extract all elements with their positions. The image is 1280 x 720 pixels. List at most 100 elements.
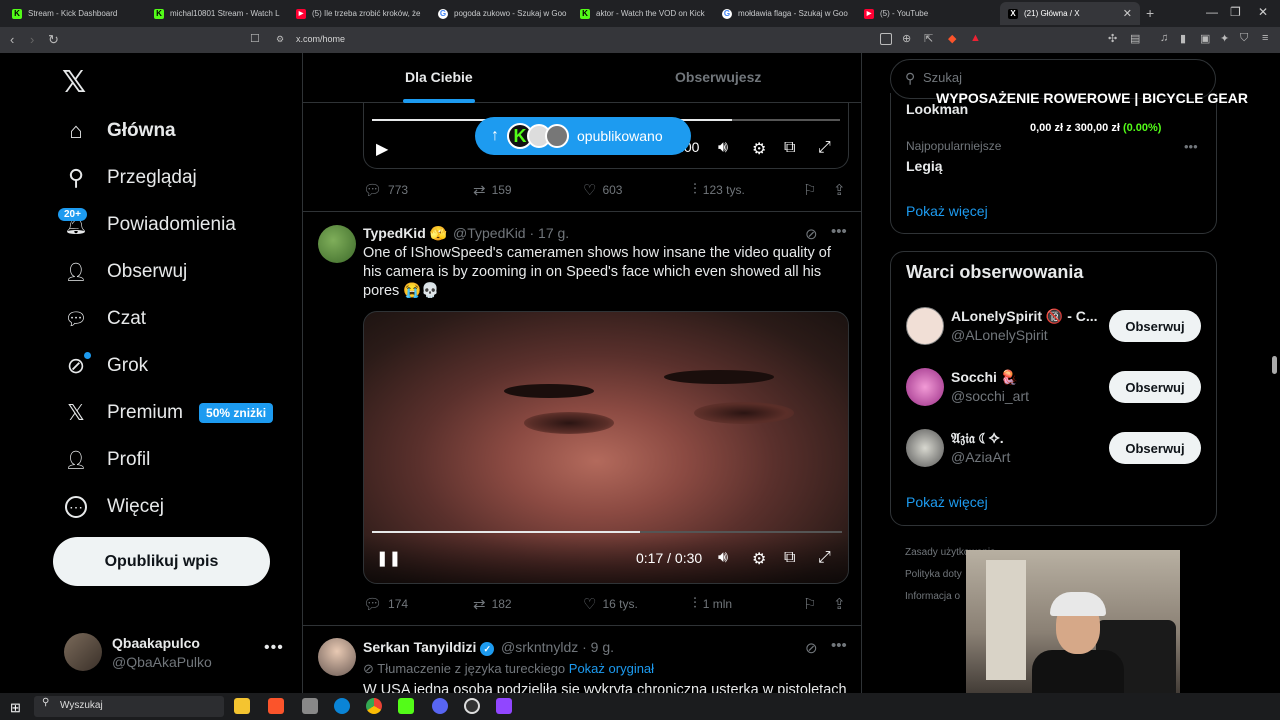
browser-tab[interactable]: Kmichal10801 Stream - Watch L bbox=[146, 2, 288, 25]
show-more-link[interactable]: Pokaż więcej bbox=[906, 203, 988, 219]
browser-tab[interactable]: K Stream - Kick Dashboard bbox=[4, 2, 146, 25]
file-explorer-icon[interactable] bbox=[234, 698, 250, 714]
forward-icon[interactable]: › bbox=[30, 32, 34, 47]
follow-suggestion[interactable]: Socchi 🪼 @socchi_art Obserwuj bbox=[906, 368, 1206, 408]
new-tab-icon[interactable]: + bbox=[1146, 5, 1154, 21]
bookmark-icon[interactable]: ☐ bbox=[250, 32, 260, 45]
bookmark-button[interactable]: ⚐ bbox=[803, 181, 822, 199]
browser-tab-active[interactable]: X (21) Główna / X ✕ bbox=[1000, 2, 1140, 25]
menu-icon[interactable]: ≡ bbox=[1262, 32, 1268, 44]
site-info-icon[interactable]: ⚙ bbox=[276, 34, 284, 45]
restore-icon[interactable]: ❐ bbox=[1230, 5, 1241, 19]
tweet-author-name[interactable]: Serkan Tanyildizi ✓ bbox=[363, 639, 495, 656]
repost-button[interactable]: ⇄ 159 bbox=[473, 181, 512, 199]
tab-for-you[interactable]: Dla Ciebie bbox=[405, 69, 473, 85]
follow-suggestion[interactable]: ALonelySpirit 🔞 - C... @ALonelySpirit Ob… bbox=[906, 307, 1206, 347]
share-button[interactable]: ⇪ bbox=[833, 595, 852, 613]
show-original-link[interactable]: Pokaż oryginał bbox=[569, 661, 654, 676]
volume-icon[interactable]: 🔊︎ bbox=[718, 549, 728, 567]
share-icon[interactable]: ⇱ bbox=[924, 32, 933, 45]
media-icon[interactable]: ♫ bbox=[1160, 32, 1168, 44]
grok-analyze-icon[interactable]: ⊘ bbox=[805, 639, 818, 657]
close-tab-icon[interactable]: ✕ bbox=[1123, 7, 1132, 20]
reload-icon[interactable]: ↻ bbox=[48, 32, 59, 48]
settings-icon[interactable]: ⚙ bbox=[752, 139, 766, 159]
pause-icon[interactable]: ❚❚ bbox=[376, 549, 401, 567]
nav-item-grok[interactable]: ⊘ Grok bbox=[62, 351, 148, 381]
views-button[interactable]: ⫶ 1 mln bbox=[693, 595, 732, 612]
follow-button[interactable]: Obserwuj bbox=[1109, 310, 1201, 342]
picture-in-picture-icon[interactable]: ⧉ bbox=[784, 549, 795, 567]
follow-button[interactable]: Obserwuj bbox=[1109, 432, 1201, 464]
nav-item-more[interactable]: ⋯ Więcej bbox=[62, 492, 164, 522]
like-button[interactable]: ♡ 603 bbox=[583, 181, 622, 199]
nav-item-home[interactable]: ⌂ Główna bbox=[62, 116, 175, 146]
nav-item-notifications[interactable]: 🔔︎ Powiadomienia bbox=[62, 210, 236, 240]
nav-item-follow[interactable]: 👤︎ Obserwuj bbox=[62, 257, 188, 287]
more-dots-icon[interactable]: ••• bbox=[1184, 139, 1198, 154]
x-logo-icon[interactable]: 𝕏 bbox=[62, 65, 86, 100]
leo-ai-icon[interactable]: ✦ bbox=[1220, 32, 1229, 45]
avatar[interactable] bbox=[906, 307, 944, 345]
nav-item-premium[interactable]: 𝕏 Premium 50% zniżki bbox=[62, 398, 274, 428]
avatar[interactable] bbox=[906, 368, 944, 406]
follow-button[interactable]: Obserwuj bbox=[1109, 371, 1201, 403]
browser-tab[interactable]: ▶ (5) Ile trzeba zrobić kroków, że bbox=[288, 2, 430, 25]
url-field[interactable]: x.com/home bbox=[296, 34, 345, 44]
nav-item-profile[interactable]: 👤︎ Profil bbox=[62, 445, 151, 475]
app-icon[interactable] bbox=[302, 698, 318, 714]
back-icon[interactable]: ‹ bbox=[10, 32, 14, 47]
picture-in-picture-icon[interactable]: ⧉ bbox=[784, 139, 795, 157]
account-switcher[interactable]: Qbaakapulco @QbaAkaPulko ••• bbox=[64, 633, 294, 673]
zoom-icon[interactable]: ⊕ bbox=[902, 32, 911, 45]
nav-item-chat[interactable]: 💬︎ Czat bbox=[62, 304, 147, 334]
tweet-author-name[interactable]: TypedKid 🫣 bbox=[363, 225, 447, 242]
browser-tab[interactable]: Kaktor - Watch the VOD on Kick bbox=[572, 2, 714, 25]
fullscreen-icon[interactable]: ⤢ bbox=[818, 139, 831, 157]
reply-button[interactable]: 💬︎ 174 bbox=[363, 595, 408, 613]
obs-icon[interactable] bbox=[464, 698, 480, 714]
follow-suggestion[interactable]: 𝔄𝔷𝔦𝔞 ☾✧. @AziaArt Obserwuj bbox=[906, 429, 1206, 469]
browser-tab[interactable]: Gpogoda zukowo - Szukaj w Goo bbox=[430, 2, 572, 25]
reply-button[interactable]: 💬︎ 773 bbox=[363, 181, 408, 199]
footer-link[interactable]: Polityka doty bbox=[905, 569, 962, 580]
wallet-icon[interactable]: ▣ bbox=[1200, 32, 1210, 45]
more-dots-icon[interactable]: ••• bbox=[831, 223, 847, 240]
play-icon[interactable]: ▶ bbox=[376, 139, 388, 159]
avatar[interactable] bbox=[318, 638, 356, 676]
bookmark-button[interactable]: ⚐ bbox=[803, 595, 822, 613]
chrome-icon[interactable] bbox=[366, 698, 382, 714]
tweet-video[interactable]: ❚❚ 0:17 / 0:30 🔊︎ ⚙ ⧉ ⤢ bbox=[363, 311, 849, 584]
app-icon[interactable] bbox=[496, 698, 512, 714]
search-input[interactable] bbox=[923, 70, 1123, 85]
trend-item[interactable]: Legią bbox=[906, 158, 943, 174]
show-more-link[interactable]: Pokaż więcej bbox=[906, 494, 988, 510]
taskbar-search[interactable]: Wyszukaj bbox=[34, 696, 224, 717]
settings-icon[interactable]: ⚙ bbox=[752, 549, 766, 569]
repost-button[interactable]: ⇄ 182 bbox=[473, 595, 512, 613]
nav-item-explore[interactable]: ⚲ Przeglądaj bbox=[62, 163, 197, 193]
browser-tab[interactable]: Gmołdawia flaga - Szukaj w Goo bbox=[714, 2, 856, 25]
new-posts-pill[interactable]: ↑ K opublikowano bbox=[475, 117, 691, 155]
tab-following[interactable]: Obserwujesz bbox=[675, 69, 761, 85]
edge-icon[interactable] bbox=[334, 698, 350, 714]
kick-icon[interactable] bbox=[398, 698, 414, 714]
brave-browser-icon[interactable] bbox=[268, 698, 284, 714]
close-window-icon[interactable]: ✕ bbox=[1258, 5, 1268, 19]
browser-tab[interactable]: ▶ (5) - YouTube bbox=[856, 2, 998, 25]
extensions-icon[interactable]: ✣ bbox=[1108, 32, 1117, 45]
sidebar-toggle-icon[interactable]: ▮ bbox=[1180, 32, 1186, 45]
fullscreen-icon[interactable]: ⤢ bbox=[818, 549, 831, 567]
vpn-icon[interactable]: ⛉ bbox=[1240, 32, 1248, 45]
share-button[interactable]: ⇪ bbox=[833, 181, 852, 199]
publish-post-button[interactable]: Opublikuj wpis bbox=[53, 537, 270, 586]
cast-icon[interactable] bbox=[880, 33, 892, 45]
brave-rewards-icon[interactable]: ▲ bbox=[970, 32, 981, 44]
more-dots-icon[interactable]: ••• bbox=[264, 639, 284, 657]
volume-icon[interactable]: 🔊︎ bbox=[718, 139, 728, 157]
tweet-author-handle[interactable]: @TypedKid · 17 g. bbox=[453, 225, 569, 241]
reader-icon[interactable]: ▤ bbox=[1130, 32, 1140, 45]
windows-start-icon[interactable]: ⊞ bbox=[10, 700, 21, 716]
discord-icon[interactable] bbox=[432, 698, 448, 714]
brave-shield-icon[interactable]: ◆ bbox=[948, 32, 956, 45]
